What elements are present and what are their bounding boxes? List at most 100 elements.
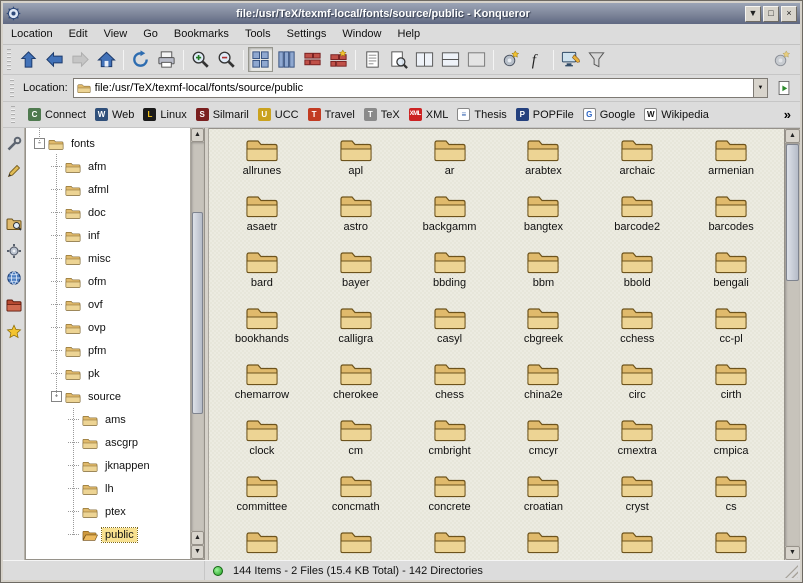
multicolumn-view-button[interactable] — [274, 47, 299, 72]
minimize-button[interactable]: ▼ — [745, 6, 761, 22]
folder-concmath[interactable]: concmath — [309, 471, 403, 527]
folder-casyl[interactable]: casyl — [403, 303, 497, 359]
folder-bbold[interactable]: bbold — [590, 247, 684, 303]
tree-item-jknappen[interactable]: jknappen — [26, 454, 190, 477]
bookmark-wikipedia[interactable]: WWikipedia — [644, 108, 709, 121]
menu-item-location[interactable]: Location — [11, 28, 53, 40]
folder-committee[interactable]: committee — [215, 471, 309, 527]
folder-chemarrow[interactable]: chemarrow — [215, 359, 309, 415]
menu-item-view[interactable]: View — [104, 28, 128, 40]
zoom-out-button[interactable] — [214, 47, 239, 72]
tree-item-ascgrp[interactable]: ascgrp — [26, 431, 190, 454]
folder-bbm[interactable]: bbm — [497, 247, 591, 303]
tree-item-doc[interactable]: doc — [26, 201, 190, 224]
folder-cmbright[interactable]: cmbright — [403, 415, 497, 471]
folder-cchess[interactable]: cchess — [590, 303, 684, 359]
bookmark-tex[interactable]: TTeX — [364, 108, 400, 121]
folder-archaic[interactable]: archaic — [590, 135, 684, 191]
bookmark-travel[interactable]: TTravel — [308, 108, 355, 121]
reload-button[interactable] — [128, 47, 153, 72]
home-button[interactable] — [94, 47, 119, 72]
plugin-button[interactable] — [498, 47, 523, 72]
main-scrollbar[interactable] — [784, 129, 800, 560]
network-button[interactable] — [5, 269, 23, 287]
folder-cmcyr[interactable]: cmcyr — [497, 415, 591, 471]
menu-item-tools[interactable]: Tools — [245, 28, 271, 40]
menu-item-help[interactable]: Help — [398, 28, 421, 40]
bookmark-xml[interactable]: XMLXML — [409, 108, 449, 121]
bookmark-web[interactable]: WWeb — [95, 108, 134, 121]
folder-ar[interactable]: ar — [403, 135, 497, 191]
tree-item-ofm[interactable]: ofm — [26, 270, 190, 293]
folder-chess[interactable]: chess — [403, 359, 497, 415]
tree-scrollbar-thumb[interactable] — [192, 212, 203, 414]
tree-item-public[interactable]: public — [26, 523, 190, 546]
location-dropdown-button[interactable]: ▼ — [753, 78, 768, 98]
menu-item-settings[interactable]: Settings — [287, 28, 327, 40]
folder-arabtex[interactable]: arabtex — [497, 135, 591, 191]
folder-cm[interactable]: cm — [309, 415, 403, 471]
edit-document-button[interactable] — [558, 47, 583, 72]
tree-item-inf[interactable]: inf — [26, 224, 190, 247]
tree-scroll-down-button[interactable] — [191, 545, 204, 559]
main-scroll-down-button[interactable] — [785, 546, 800, 560]
text-view-button[interactable] — [360, 47, 385, 72]
folder-croatian[interactable]: croatian — [497, 471, 591, 527]
folder-bard[interactable]: bard — [215, 247, 309, 303]
tree-item-ams[interactable]: ams — [26, 408, 190, 431]
home-folder-button[interactable] — [5, 215, 23, 233]
close-button[interactable]: × — [781, 6, 797, 22]
tree-item-afml[interactable]: afml — [26, 178, 190, 201]
tree-item-ovp[interactable]: ovp — [26, 316, 190, 339]
tree-item-lh[interactable]: lh — [26, 477, 190, 500]
folder-calligra[interactable]: calligra — [309, 303, 403, 359]
info-list-view-button[interactable] — [326, 47, 351, 72]
folder-cmpica[interactable]: cmpica — [684, 415, 778, 471]
folder-allrunes[interactable]: allrunes — [215, 135, 309, 191]
go-button[interactable] — [773, 77, 795, 99]
folder-bengali[interactable]: bengali — [684, 247, 778, 303]
folder-item[interactable] — [590, 527, 684, 560]
folder-cryst[interactable]: cryst — [590, 471, 684, 527]
folder-item[interactable] — [215, 527, 309, 560]
tree-scrollbar-track[interactable] — [191, 142, 204, 531]
find-file-button[interactable] — [386, 47, 411, 72]
folder-apl[interactable]: apl — [309, 135, 403, 191]
tree-scroll-up-button[interactable] — [191, 128, 204, 142]
menu-item-window[interactable]: Window — [342, 28, 381, 40]
root-folder-button[interactable] — [5, 296, 23, 314]
tree-item-pfm[interactable]: pfm — [26, 339, 190, 362]
window-menu-button[interactable] — [6, 6, 21, 21]
folder-cirth[interactable]: cirth — [684, 359, 778, 415]
bookmark-google[interactable]: GGoogle — [583, 108, 635, 121]
forward-button[interactable] — [68, 47, 93, 72]
bookmark-overfl0w-button[interactable]: » — [781, 107, 794, 122]
toolbar-grip[interactable] — [10, 79, 14, 97]
up-button[interactable] — [16, 47, 41, 72]
folder-cbgreek[interactable]: cbgreek — [497, 303, 591, 359]
folder-item[interactable] — [684, 527, 778, 560]
tree-item-ptex[interactable]: ptex — [26, 500, 190, 523]
icon-view-button[interactable] — [248, 47, 273, 72]
maximize-button[interactable]: □ — [763, 6, 779, 22]
tree-scrollbar[interactable] — [190, 128, 204, 559]
folder-item[interactable] — [403, 527, 497, 560]
tree-item-fonts[interactable]: -fonts — [26, 132, 190, 155]
tree-item-source[interactable]: -source — [26, 385, 190, 408]
tree-item-misc[interactable]: misc — [26, 247, 190, 270]
folder-concrete[interactable]: concrete — [403, 471, 497, 527]
toolbar-grip[interactable] — [7, 49, 11, 69]
main-scrollbar-thumb[interactable] — [786, 144, 799, 281]
remove-active-view-button[interactable] — [464, 47, 489, 72]
folder-bayer[interactable]: bayer — [309, 247, 403, 303]
back-button[interactable] — [42, 47, 67, 72]
folder-bookhands[interactable]: bookhands — [215, 303, 309, 359]
folder-cherokee[interactable]: cherokee — [309, 359, 403, 415]
folder-backgamm[interactable]: backgamm — [403, 191, 497, 247]
bookmarks-button[interactable] — [5, 323, 23, 341]
print-button[interactable] — [154, 47, 179, 72]
folder-cmextra[interactable]: cmextra — [590, 415, 684, 471]
menu-item-go[interactable]: Go — [143, 28, 158, 40]
detailed-list-view-button[interactable] — [300, 47, 325, 72]
zoom-in-button[interactable] — [188, 47, 213, 72]
